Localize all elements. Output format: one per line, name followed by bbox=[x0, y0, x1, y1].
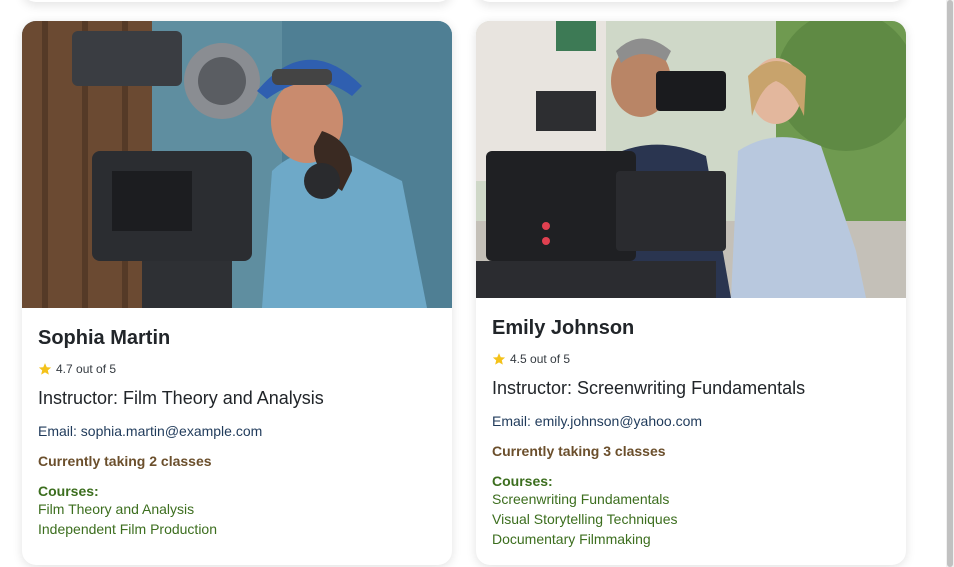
instructor-photo bbox=[476, 21, 906, 298]
instructor-name: Sophia Martin bbox=[38, 327, 171, 349]
course-item[interactable]: Independent Film Production bbox=[38, 519, 436, 539]
scrollbar[interactable] bbox=[946, 0, 954, 567]
star-icon bbox=[492, 352, 506, 366]
rating: 4.7 out of 5 bbox=[38, 362, 436, 376]
previous-card-edge bbox=[22, 0, 452, 2]
instructor-role: Instructor: Film Theory and Analysis bbox=[38, 388, 324, 408]
courses-label: Courses: bbox=[492, 473, 553, 489]
classes-taking: Currently taking 2 classes bbox=[38, 453, 212, 469]
course-item[interactable]: Screenwriting Fundamentals bbox=[492, 489, 890, 509]
instructor-card-sophia[interactable]: Sophia Martin 4.7 out of 5 Instructor: F… bbox=[22, 21, 452, 565]
scrollbar-thumb[interactable] bbox=[947, 0, 953, 567]
instructor-name: Emily Johnson bbox=[492, 317, 635, 339]
courses-label: Courses: bbox=[38, 483, 99, 499]
instructor-card-emily[interactable]: Emily Johnson 4.5 out of 5 Instructor: S… bbox=[476, 21, 906, 565]
course-item[interactable]: Documentary Filmmaking bbox=[492, 529, 890, 549]
rating-text: 4.5 out of 5 bbox=[510, 352, 571, 366]
rating-text: 4.7 out of 5 bbox=[56, 362, 117, 376]
star-icon bbox=[38, 362, 52, 376]
instructor-photo bbox=[22, 21, 452, 308]
course-item[interactable]: Film Theory and Analysis bbox=[38, 499, 436, 519]
rating: 4.5 out of 5 bbox=[492, 352, 890, 366]
course-item[interactable]: Visual Storytelling Techniques bbox=[492, 509, 890, 529]
instructor-role: Instructor: Screenwriting Fundamentals bbox=[492, 378, 806, 398]
instructor-email[interactable]: Email: sophia.martin@example.com bbox=[38, 423, 436, 439]
instructor-email[interactable]: Email: emily.johnson@yahoo.com bbox=[492, 413, 890, 429]
previous-card-edge bbox=[476, 0, 906, 2]
classes-taking: Currently taking 3 classes bbox=[492, 443, 666, 459]
